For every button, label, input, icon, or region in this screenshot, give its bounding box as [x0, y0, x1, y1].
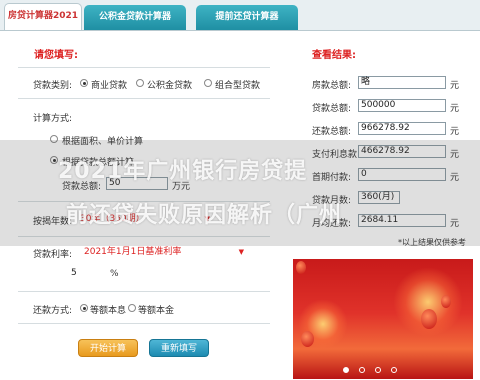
divider [18, 67, 270, 68]
radio-equal-installment[interactable] [80, 304, 88, 312]
result-label: 贷款总额: [312, 104, 352, 114]
carousel-dots [343, 367, 423, 375]
tab-prepayment-calculator[interactable]: 提前还贷计算器 [196, 5, 298, 30]
repay-method-label: 还款方式: [33, 306, 73, 316]
loan-total-field: 500000 [358, 99, 446, 112]
loan-type-label: 贷款类别: [33, 81, 73, 91]
promo-banner[interactable] [293, 259, 473, 379]
result-unit: 元 [450, 81, 460, 91]
watermark-line-1: 2021年广州银行房贷提 [58, 159, 308, 184]
watermark-line-2: 前还贷失败原因解析（广州 [66, 203, 343, 228]
carousel-dot[interactable] [343, 367, 349, 373]
radio-provident-fund-loan[interactable] [136, 79, 144, 87]
results-title: 查看结果: [312, 50, 356, 61]
rate-select-value: 2021年1月1日基准利率 [84, 247, 182, 257]
house-total-field: 略 [358, 76, 446, 89]
rate-label: 贷款利率: [33, 250, 73, 260]
reset-form-button[interactable]: 重新填写 [149, 339, 209, 357]
tab-bar: 房贷计算器2021 公积金贷款计算器 提前还贷计算器 [0, 0, 480, 30]
divider [18, 98, 270, 99]
lantern-graphic [421, 309, 437, 329]
carousel-dot[interactable] [375, 367, 381, 373]
radio-combination-loan[interactable] [204, 79, 212, 87]
option-equal-installment: 等额本息 [90, 306, 127, 316]
option-commercial-loan: 商业贷款 [91, 81, 128, 91]
lantern-graphic [301, 331, 314, 347]
result-unit: 元 [450, 127, 460, 137]
rate-input[interactable]: 5 [68, 267, 108, 280]
rate-unit: % [110, 269, 119, 279]
carousel-dot[interactable] [359, 367, 365, 373]
form-title: 请您填写: [34, 50, 78, 61]
rate-select[interactable]: 2021年1月1日基准利率 ▼ [84, 245, 244, 259]
result-label: 还款总额: [312, 127, 352, 137]
result-label: 房款总额: [312, 81, 352, 91]
lantern-graphic [441, 295, 451, 308]
result-unit: 元 [450, 104, 460, 114]
lantern-graphic [296, 261, 306, 274]
repayment-total-field: 966278.92 [358, 122, 446, 135]
option-provident-fund-loan: 公积金贷款 [147, 81, 193, 91]
watermark-overlay: 2021年广州银行房贷提 前还贷失败原因解析（广州 [0, 140, 480, 246]
calc-method-label: 计算方式: [33, 114, 73, 124]
tab-mortgage-calculator[interactable]: 房贷计算器2021 [4, 3, 82, 30]
start-calculation-button[interactable]: 开始计算 [78, 339, 138, 357]
divider [18, 323, 270, 324]
option-equal-principal: 等额本金 [138, 306, 175, 316]
chevron-down-icon: ▼ [238, 248, 244, 256]
radio-commercial-loan[interactable] [80, 79, 88, 87]
divider [18, 291, 270, 292]
radio-equal-principal[interactable] [128, 304, 136, 312]
option-combination-loan: 组合型贷款 [215, 81, 261, 91]
tab-provident-fund-calculator[interactable]: 公积金贷款计算器 [84, 5, 186, 30]
carousel-dot[interactable] [391, 367, 397, 373]
